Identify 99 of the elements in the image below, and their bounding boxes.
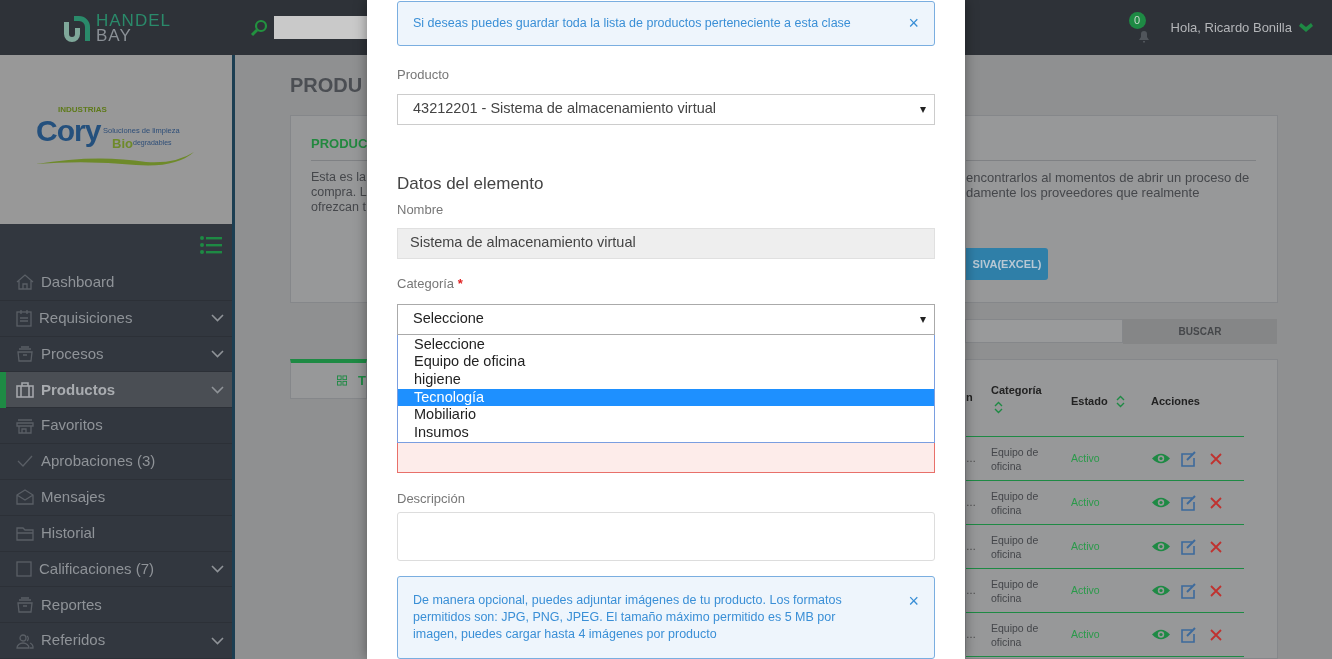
edit-icon[interactable] <box>1180 450 1197 467</box>
close-button[interactable]: × <box>908 14 919 33</box>
status-text: Activo <box>1071 626 1101 642</box>
edit-icon[interactable] <box>1180 538 1197 555</box>
selection-indicator <box>0 372 6 409</box>
user-greeting[interactable]: Hola, Ricardo Bonilla <box>1170 17 1292 38</box>
search-icon[interactable] <box>250 18 268 37</box>
sort-icon[interactable] <box>1115 394 1125 408</box>
table-cell-text: Equipo de oficina <box>991 444 1040 473</box>
card-text: compra. L <box>311 185 368 200</box>
excel-upload-button[interactable]: SIVA(EXCEL) <box>966 248 1048 280</box>
field-label: Categoría * <box>397 275 464 291</box>
table-cell-text: … <box>966 452 977 466</box>
brand-name: BAY <box>96 27 132 43</box>
sidebar-item[interactable]: Referidos <box>0 623 232 659</box>
home-icon <box>16 274 34 291</box>
store-icon <box>16 417 34 434</box>
search-field[interactable] <box>965 319 1123 343</box>
dropdown-option[interactable]: Seleccione <box>398 335 934 354</box>
close-icon[interactable] <box>1210 496 1222 509</box>
close-icon[interactable] <box>1210 628 1222 641</box>
dropdown-option[interactable]: higiene <box>398 371 934 389</box>
dropdown-option[interactable]: Equipo de oficina <box>398 353 934 372</box>
dropdown-option[interactable]: Tecnología <box>398 388 934 407</box>
table-cell-text: Equipo de oficina <box>991 488 1040 517</box>
card-text: encontrarlos al momentos de abrir un proceso de <box>966 170 1251 185</box>
eye-icon[interactable] <box>1151 628 1171 641</box>
table-cell-text: Equipo de oficina <box>991 532 1040 561</box>
table-cell-text: … <box>966 496 977 510</box>
brand-name: HANDEL <box>96 12 171 28</box>
dropdown-option[interactable]: Mobiliario <box>398 406 934 425</box>
square-icon <box>16 560 32 577</box>
sidebar-item[interactable]: Calificaciones (7) <box>0 551 232 588</box>
sidebar-item[interactable]: Productos <box>0 372 232 409</box>
card-text: ofrezcan t <box>311 200 367 215</box>
field-label: Descripción <box>397 490 466 506</box>
tray-icon <box>16 596 34 613</box>
card-text: damente los proveedores que realmente <box>966 185 1201 200</box>
text-area[interactable] <box>397 511 935 561</box>
edit-icon[interactable] <box>1180 582 1197 599</box>
close-icon[interactable] <box>1210 452 1222 465</box>
card-heading: PRODUC <box>311 135 368 152</box>
column-header: Estado <box>1071 393 1108 409</box>
column-header: n <box>966 389 974 405</box>
briefcase-icon <box>16 381 34 398</box>
table-cell-text: … <box>966 584 977 598</box>
menu-icon[interactable] <box>200 235 222 254</box>
sidebar-item[interactable]: Dashboard <box>0 264 232 301</box>
card-text: Esta es la <box>311 170 367 185</box>
notification-badge: 0 <box>1128 11 1146 29</box>
status-text: Activo <box>1071 494 1101 510</box>
page-title: PRODU <box>290 73 363 97</box>
input-field[interactable]: Sistema de almacenamiento virtual <box>397 227 935 259</box>
dropdown-option[interactable]: Insumos <box>398 424 934 442</box>
folder-icon <box>16 525 34 542</box>
chevron-down-icon[interactable] <box>211 314 224 323</box>
close-icon[interactable] <box>1210 540 1222 553</box>
close-icon[interactable] <box>1210 584 1222 597</box>
table-cell-text: … <box>966 628 977 642</box>
chevron-down-icon[interactable] <box>211 350 224 358</box>
select-field[interactable]: 43212201 - Sistema de almacenamiento virtual ▾ <box>397 93 935 125</box>
eye-icon[interactable] <box>1151 452 1171 465</box>
column-header: Acciones <box>1151 393 1200 409</box>
sidebar-item[interactable]: Reportes <box>0 587 232 624</box>
search-button[interactable]: BUSCAR <box>1123 319 1277 344</box>
section-title: Datos del elemento <box>397 173 545 194</box>
tray-icon <box>16 346 34 362</box>
close-button[interactable]: × <box>908 591 919 610</box>
sidebar-item[interactable]: Favoritos <box>0 408 232 445</box>
users-icon <box>16 632 34 649</box>
chevron-down-icon[interactable] <box>211 564 224 573</box>
table-cell-text: Equipo de oficina <box>991 620 1040 649</box>
status-text: Activo <box>1071 582 1101 598</box>
table-cell-text: Equipo de oficina <box>991 576 1040 605</box>
grid-icon <box>337 375 348 386</box>
eye-icon[interactable] <box>1151 584 1171 597</box>
sidebar-item[interactable]: Requisiciones <box>0 300 232 337</box>
input-field[interactable] <box>397 442 935 473</box>
table-cell-text: … <box>966 540 977 554</box>
chevron-down-icon[interactable] <box>211 385 224 394</box>
status-text: Activo <box>1071 538 1101 554</box>
edit-icon[interactable] <box>1180 626 1197 643</box>
field-label: Producto <box>397 66 451 82</box>
chevron-down-icon[interactable] <box>211 636 224 645</box>
sidebar-item[interactable]: Historial <box>0 515 232 552</box>
eye-icon[interactable] <box>1151 496 1171 509</box>
chevron-icon[interactable] <box>1298 21 1314 34</box>
alert-text: De manera opcional, puedes adjuntar imágenes de tu producto. Los formatos permitidos son: JPG, PNG, JPEG. El tamaño máximo permitido es 5 MB por imagen, puedes cargar hasta 4 imágenes por producto <box>413 591 843 643</box>
eye-icon[interactable] <box>1151 540 1171 553</box>
envelope-icon <box>16 489 34 506</box>
column-header: Categoría <box>991 383 1043 399</box>
select-field[interactable]: Seleccione ▾ <box>397 303 935 335</box>
alert-text: Si deseas puedes guardar toda la lista de productos perteneciente a esta clase <box>413 14 851 32</box>
field-label: Nombre <box>397 201 445 217</box>
clipboard-icon <box>16 309 32 328</box>
status-text: Activo <box>1071 450 1101 466</box>
sort-icon[interactable] <box>994 400 1003 414</box>
sidebar-item[interactable]: Mensajes <box>0 479 232 516</box>
edit-icon[interactable] <box>1180 494 1197 511</box>
